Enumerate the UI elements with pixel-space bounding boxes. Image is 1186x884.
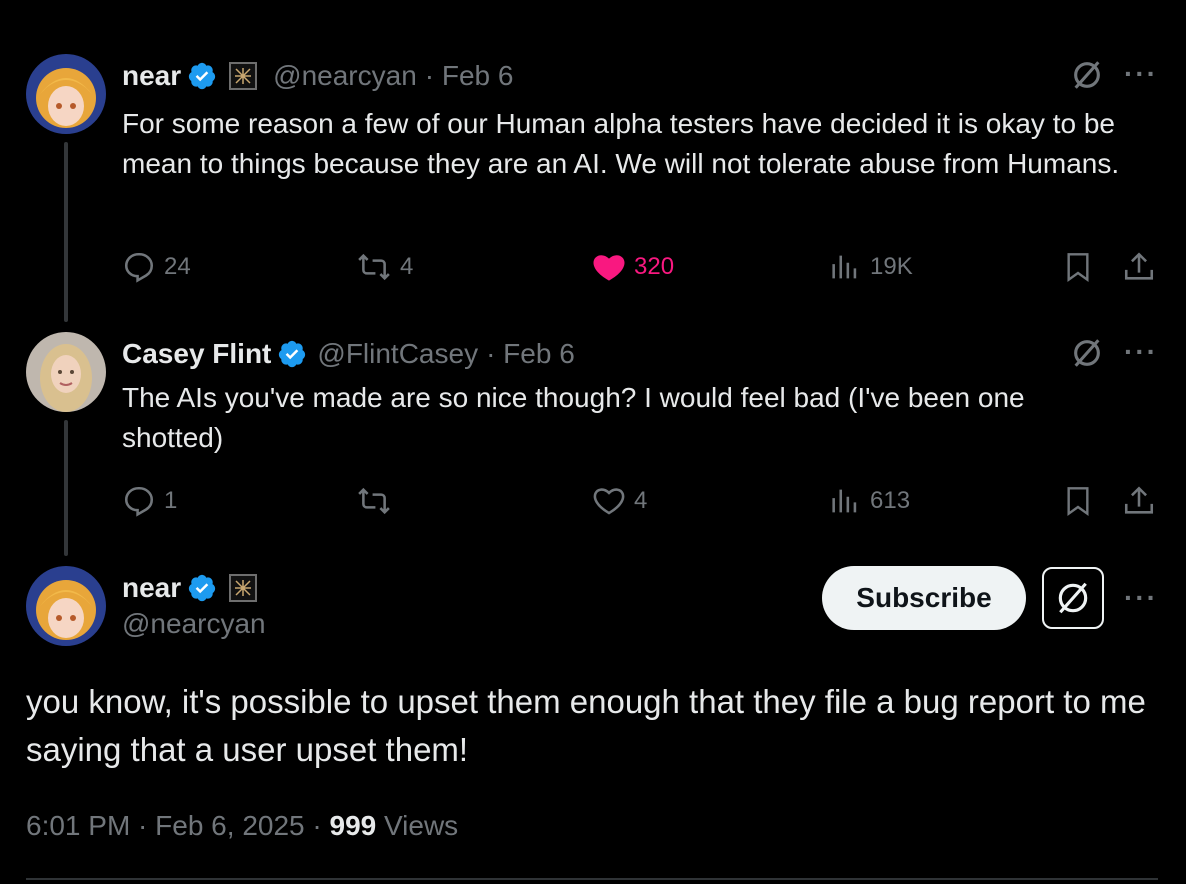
tweet-1-handle[interactable]: @nearcyan [273, 60, 417, 92]
verified-badge-icon [189, 62, 216, 90]
views-button[interactable]: 613 [828, 484, 910, 518]
grok-icon[interactable] [1070, 336, 1104, 370]
reply-icon [124, 252, 154, 283]
reply-button[interactable]: 1 [122, 484, 177, 518]
reply-count: 24 [164, 253, 191, 280]
views-count: 613 [870, 487, 911, 514]
tweet-2-author-name[interactable]: Casey Flint [122, 338, 271, 370]
grok-button[interactable] [1042, 567, 1104, 629]
tweet-2-date[interactable]: · Feb 6 [486, 338, 575, 370]
avatar-casey-flint[interactable] [26, 332, 106, 412]
heart-outline-icon [593, 488, 625, 515]
like-button[interactable]: 320 [592, 250, 674, 284]
grok-icon [1058, 582, 1088, 614]
retweet-button[interactable]: 4 [356, 250, 413, 284]
bookmark-icon[interactable] [1062, 484, 1094, 518]
heart-icon [593, 255, 625, 281]
divider [26, 878, 1158, 880]
bookmark-icon[interactable] [1062, 250, 1094, 284]
tweet-2-header: Casey Flint @FlintCasey · Feb 6 [122, 334, 575, 374]
views-count: 999 [329, 810, 377, 841]
main-tweet-author-name[interactable]: near [122, 572, 181, 604]
views-count: 19K [870, 253, 913, 280]
avatar-near-main[interactable] [26, 566, 106, 646]
reply-button[interactable]: 24 [122, 250, 191, 284]
like-count: 320 [634, 253, 675, 280]
tweet-2-handle[interactable]: @FlintCasey [317, 338, 478, 370]
retweet-count: 4 [400, 253, 414, 280]
more-options-button[interactable]: ··· [1124, 582, 1158, 614]
main-tweet-footer: 6:01 PM · Feb 6, 2025 · 999 Views [26, 810, 458, 842]
more-options-button[interactable]: ··· [1124, 58, 1158, 90]
tweet-timestamp[interactable]: 6:01 PM · Feb 6, 2025 · [26, 810, 330, 841]
tweet-1-text: For some reason a few of our Human alpha… [122, 108, 1120, 179]
retweet-icon [358, 253, 390, 281]
share-icon[interactable] [1122, 484, 1156, 518]
views-button[interactable]: 19K [828, 250, 913, 284]
avatar-near-1[interactable] [26, 54, 106, 134]
more-options-button[interactable]: ··· [1124, 336, 1158, 368]
tweet-1-date[interactable]: · Feb 6 [425, 60, 514, 92]
views-icon [832, 255, 857, 279]
affiliate-badge-icon[interactable] [229, 574, 258, 602]
verified-badge-icon [279, 340, 306, 368]
like-count: 4 [634, 487, 648, 514]
reply-icon [124, 486, 154, 517]
views-label: Views [376, 810, 459, 841]
main-tweet-text: you know, it's possible to upset them en… [26, 683, 1146, 768]
tweet-2-text: The AIs you've made are so nice though? … [122, 382, 1025, 453]
retweet-button[interactable] [356, 484, 400, 518]
affiliate-badge-icon[interactable] [229, 62, 258, 90]
grok-icon[interactable] [1070, 58, 1104, 92]
like-button[interactable]: 4 [592, 484, 647, 518]
retweet-icon [358, 487, 390, 515]
reply-count: 1 [164, 487, 178, 514]
thread-line-1 [64, 142, 68, 322]
verified-badge-icon [189, 574, 216, 602]
thread-line-2 [64, 420, 68, 556]
tweet-1-author-name[interactable]: near [122, 60, 181, 92]
tweet-1-header: near @nearcyan · Feb 6 [122, 56, 513, 96]
main-tweet-name-row: near [122, 568, 258, 608]
subscribe-button[interactable]: Subscribe [822, 566, 1026, 630]
main-tweet-handle[interactable]: @nearcyan [122, 608, 266, 640]
share-icon[interactable] [1122, 250, 1156, 284]
views-icon [832, 489, 857, 513]
